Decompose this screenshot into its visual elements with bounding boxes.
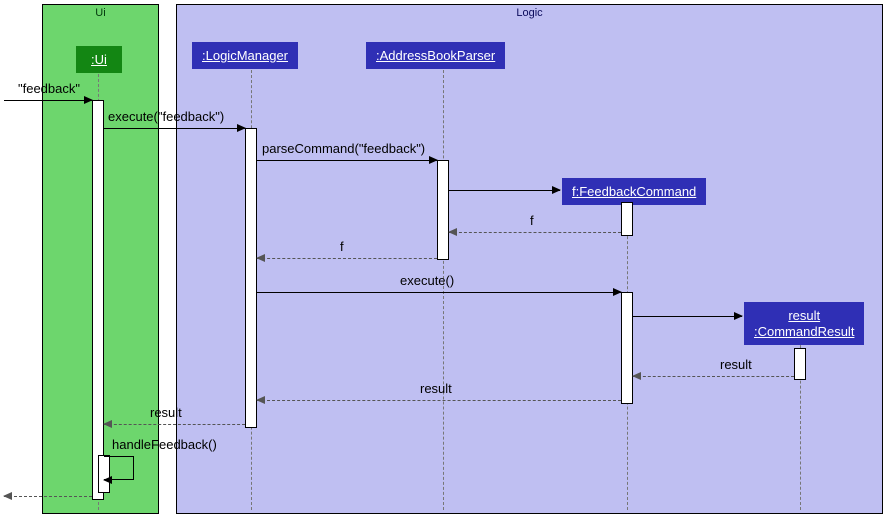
participant-feedback-command: f:FeedbackCommand [562,178,706,205]
msg-lm-return-result-to-ui-label: result [150,405,182,422]
msg-fc-return-f-to-ap [449,232,621,233]
msg-fc-return-result-to-lm-label: result [420,381,452,398]
lifeline-address-book-parser [443,70,444,510]
participant-command-result: result :CommandResult [744,302,864,345]
msg-lm-return-result-to-ui [104,424,245,425]
msg-ui-self-loop [104,456,134,480]
msg-lm-to-ap [257,160,437,161]
region-logic: Logic [176,4,883,514]
msg-lm-to-ap-label: parseCommand("feedback") [262,141,425,158]
participant-command-result-line1: result [788,308,820,323]
msg-ap-return-f-to-lm [257,258,437,259]
participant-logic-manager: :LogicManager [192,42,298,69]
activation-feedback-command-create [621,202,633,236]
msg-cr-return-result-to-fc [633,376,794,377]
msg-ui-self-label: handleFeedback() [112,437,217,454]
activation-feedback-command-execute [621,292,633,404]
msg-fc-return-f-to-ap-label: f [530,213,534,230]
msg-fc-create-cr [633,316,742,317]
msg-ui-to-lm [104,128,245,129]
activation-ui [92,100,104,500]
region-logic-label: Logic [516,7,542,19]
msg-external-to-ui-label: "feedback" [18,81,80,98]
msg-cr-return-result-to-fc-label: result [720,357,752,374]
msg-external-to-ui [4,100,92,101]
region-ui-label: Ui [95,7,105,19]
participant-command-result-line2: :CommandResult [754,324,854,339]
participant-address-book-parser: :AddressBookParser [366,42,505,69]
msg-ap-create-fc [449,190,560,191]
activation-logic-manager [245,128,257,428]
sequence-diagram: Ui Logic :Ui :LogicManager :AddressBookP… [0,0,890,518]
msg-ui-to-lm-label: execute("feedback") [108,109,224,126]
msg-lm-execute-to-fc [257,292,621,293]
msg-ap-return-f-to-lm-label: f [340,239,344,256]
activation-address-book-parser [437,160,449,260]
activation-command-result [794,348,806,380]
participant-ui: :Ui [76,46,122,73]
msg-fc-return-result-to-lm [257,400,621,401]
msg-ui-return-external [4,496,92,497]
msg-lm-execute-to-fc-label: execute() [400,273,454,290]
